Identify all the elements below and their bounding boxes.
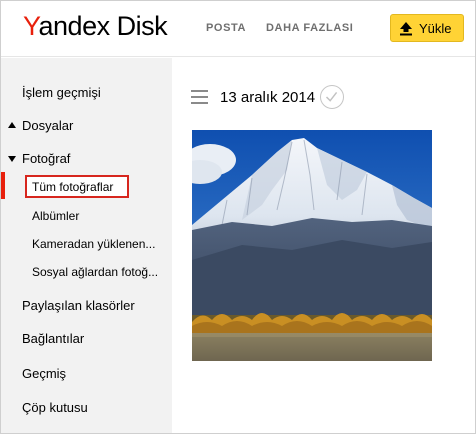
sidebar-item-albumler[interactable]: Albümler xyxy=(32,209,79,223)
yandex-disk-logo[interactable]: Yandex Disk xyxy=(23,11,168,42)
date-heading: 13 aralık 2014 xyxy=(220,89,316,106)
collapsed-triangle-icon[interactable] xyxy=(8,122,16,128)
logo-text: andex Disk xyxy=(38,11,168,41)
active-item-indicator xyxy=(1,172,5,199)
sidebar-item-paylasilan-klasorler[interactable]: Paylaşılan klasörler xyxy=(22,298,135,313)
sidebar-item-cop-kutusu[interactable]: Çöp kutusu xyxy=(22,400,88,415)
sidebar-item-sosyal-aglar[interactable]: Sosyal ağlardan fotoğ... xyxy=(32,265,158,279)
sidebar-item-dosyalar[interactable]: Dosyalar xyxy=(22,118,73,133)
nav-daha-fazlasi-link[interactable]: DAHA FAZLASI xyxy=(266,22,353,34)
select-all-check-icon[interactable] xyxy=(320,85,344,109)
mountain-landscape-photo xyxy=(192,130,432,361)
sidebar-item-baglantilar[interactable]: Bağlantılar xyxy=(22,331,84,346)
upload-button[interactable]: Yükle xyxy=(390,14,464,42)
sidebar-item-islem-gecmisi[interactable]: İşlem geçmişi xyxy=(22,85,101,100)
hamburger-menu-icon[interactable] xyxy=(191,90,208,104)
header: Yandex Disk POSTA DAHA FAZLASI Yükle xyxy=(1,1,475,57)
sidebar-item-fotograf[interactable]: Fotoğraf xyxy=(22,151,70,166)
upload-arrow-icon xyxy=(400,22,412,36)
sidebar-item-gecmis[interactable]: Geçmiş xyxy=(22,366,66,381)
sidebar-item-tum-fotograflar[interactable]: Tüm fotoğraflar xyxy=(32,180,113,194)
logo-y: Y xyxy=(23,11,39,41)
photo-thumbnail[interactable] xyxy=(192,130,432,361)
nav-posta-link[interactable]: POSTA xyxy=(206,22,246,34)
sidebar-item-kameradan[interactable]: Kameradan yüklenen... xyxy=(32,237,155,251)
expanded-triangle-icon[interactable] xyxy=(8,156,16,162)
upload-button-label: Yükle xyxy=(419,21,452,36)
